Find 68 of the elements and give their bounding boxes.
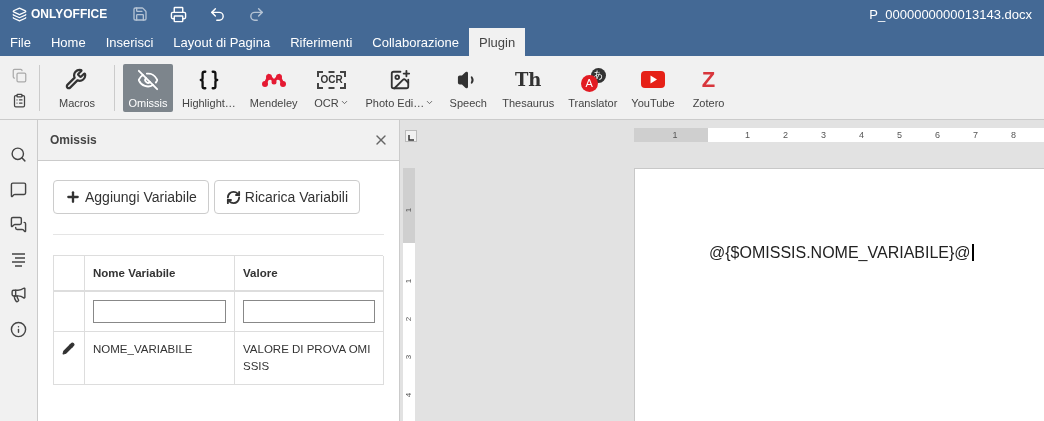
paste-icon[interactable] [12,92,27,108]
ruler-number: 1 [672,130,678,140]
menu-tab[interactable]: Inserisci [95,28,164,56]
plus-icon [65,189,81,205]
ruler-number: 7 [973,130,978,140]
refresh-icon [225,189,241,205]
chat-button[interactable] [10,216,27,233]
ruler-number: 3 [405,354,413,360]
ruler-number: 6 [935,130,940,140]
column-header: Nome Variabile [85,256,235,292]
document-text: @{$OMISSIS.NOME_VARIABILE}@ [709,244,974,261]
table-cell: NOME_VARIABILE [85,332,235,385]
zotero-icon: Z [701,68,716,91]
menu-tab[interactable]: Plugin [469,28,526,56]
toolbar-button[interactable]: Photo Edi… [360,63,440,112]
search-button[interactable] [10,146,27,163]
eye-slash-icon [137,68,159,91]
menu-tab[interactable]: Layout di Pagina [163,28,281,56]
ruler-number: 2 [405,316,413,322]
undo-button[interactable] [209,5,226,23]
reload-variables-button[interactable]: Ricarica Variabili [213,180,361,214]
toolbar-button[interactable]: Macros [48,63,106,112]
menu-tab[interactable]: Home [40,28,96,56]
add-variable-button[interactable]: Aggiungi Variabile [53,180,209,214]
ruler-number: 4 [405,392,413,398]
toolbar-button[interactable]: Highlight… [177,63,241,112]
menu-tab[interactable]: File [0,28,41,56]
edit-button[interactable] [62,342,75,355]
tab-stop-icon [408,135,414,141]
photo-edit-icon [388,68,411,91]
filter-field[interactable] [93,300,226,323]
print-button[interactable] [170,5,187,23]
toolbar-button[interactable]: Omissis [123,63,173,112]
ruler-number: 1 [745,130,750,140]
ruler-number: 8 [1011,130,1016,140]
menu-tab[interactable]: Riferimenti [280,28,363,56]
info-button[interactable] [10,321,27,338]
menu-tab[interactable]: Collaborazione [362,28,470,56]
thesaurus-icon: Th [514,70,542,89]
panel-title: Omissis [50,133,97,147]
braces-icon [197,68,220,91]
ruler-number: 1 [405,207,413,212]
table-cell: VALORE DI PROVA OMISSIS [235,332,384,385]
ruler-number: 1 [405,278,413,284]
column-header: Valore [235,256,384,292]
redo-button[interactable] [248,5,265,23]
play-video-icon [640,71,665,88]
filter-field[interactable] [243,300,375,323]
toolbar-button[interactable]: Speech [443,63,494,112]
mendeley-icon [260,72,287,87]
tab-stop-button[interactable] [405,130,417,142]
feedback-button[interactable] [10,286,27,303]
toolbar-button[interactable]: Z Zotero [683,63,734,112]
tools-icon [65,67,89,92]
ocr-icon: OCR [317,70,346,89]
toolbar-button[interactable]: YouTube [626,63,680,112]
file-name: P_0000000000013143.docx [869,6,1032,22]
logo: ONLYOFFICE [12,6,132,22]
ruler-number: 3 [821,130,826,140]
toolbar-button[interactable]: Th Thesaurus [497,63,560,112]
ruler-number: 5 [897,130,902,140]
ruler-number: 2 [783,130,788,140]
toolbar-button[interactable]: Mendeley [244,63,303,112]
comment-button[interactable] [10,181,27,198]
toolbar-button[interactable]: OCR OCR [306,63,357,112]
save-button[interactable] [132,6,148,22]
navigation-button[interactable] [10,251,27,268]
ruler-number: 4 [859,130,864,140]
